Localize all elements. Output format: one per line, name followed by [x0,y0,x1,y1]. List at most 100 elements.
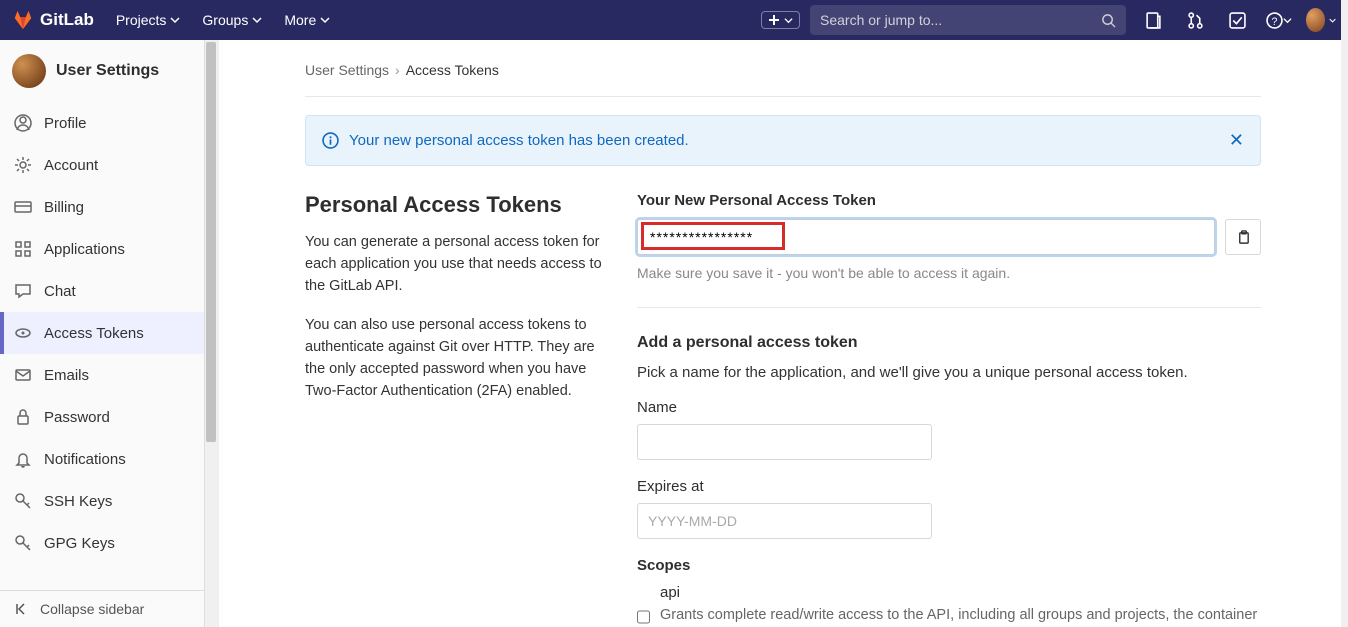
mail-icon [14,366,32,384]
expires-input[interactable] [637,503,932,539]
sidebar: User Settings Profile Account Billing Appli… [0,40,219,627]
info-icon [322,132,339,149]
search-input[interactable] [820,12,1101,28]
sidebar-item-label: Applications [44,241,125,258]
divider [637,307,1261,308]
chevron-down-icon [784,16,793,25]
todos-button[interactable] [1222,5,1252,35]
collapse-sidebar[interactable]: Collapse sidebar [0,590,218,627]
scope-api-desc: Grants complete read/write access to the… [660,605,1261,627]
brand-logo[interactable]: GitLab [12,9,94,31]
new-token-label: Your New Personal Access Token [637,192,1261,209]
brand-text: GitLab [40,10,94,30]
chevron-down-icon [1283,16,1292,25]
sidebar-item-notifications[interactable]: Notifications [0,438,204,480]
help-button[interactable]: ? [1264,5,1294,35]
name-input[interactable] [637,424,932,460]
name-label: Name [637,399,1261,416]
key-icon [14,534,32,552]
browser-scrollbar[interactable] [1341,0,1348,627]
topbar-nav: Projects Groups More [108,6,338,34]
sidebar-item-access-tokens[interactable]: Access Tokens [0,312,204,354]
topbar-actions: ? [1138,5,1336,35]
search-box[interactable] [810,5,1126,35]
scopes-label: Scopes [637,557,1261,574]
copy-token-button[interactable] [1225,219,1261,255]
nav-projects[interactable]: Projects [108,6,189,34]
breadcrumb-current: Access Tokens [406,62,499,78]
sidebar-item-billing[interactable]: Billing [0,186,204,228]
avatar [12,54,46,88]
sidebar-item-label: Profile [44,115,87,132]
token-icon [14,324,32,342]
clipboard-icon [1236,230,1251,245]
merge-requests-button[interactable] [1180,5,1210,35]
help-icon: ? [1266,12,1283,29]
gitlab-icon [12,9,34,31]
search-icon [1101,13,1116,28]
breadcrumb-root[interactable]: User Settings [305,62,389,78]
scope-api: api Grants complete read/write access to… [637,584,1261,627]
scope-api-checkbox[interactable] [637,587,650,627]
chevron-right-icon: › [395,62,400,78]
description-2: You can also use personal access tokens … [305,315,609,402]
plus-icon [768,14,780,26]
topbar: GitLab Projects Groups More ? [0,0,1348,40]
bell-icon [14,450,32,468]
sidebar-item-emails[interactable]: Emails [0,354,204,396]
chevron-down-icon [252,15,262,25]
sidebar-item-password[interactable]: Password [0,396,204,438]
new-token-input[interactable] [637,219,1215,255]
plus-dropdown[interactable] [761,11,800,29]
sidebar-item-chat[interactable]: Chat [0,270,204,312]
nav-groups[interactable]: Groups [194,6,270,34]
sidebar-title: User Settings [56,62,159,80]
sidebar-item-label: Account [44,157,98,174]
svg-text:?: ? [1272,15,1278,27]
sidebar-item-label: Billing [44,199,84,216]
sidebar-item-label: Access Tokens [44,325,144,342]
sidebar-item-label: SSH Keys [44,493,112,510]
sidebar-header[interactable]: User Settings [0,40,218,102]
banner-text: Your new personal access token has been … [349,132,689,149]
key-icon [14,492,32,510]
scope-api-name: api [660,584,1261,601]
sidebar-item-label: Notifications [44,451,126,468]
success-banner: Your new personal access token has been … [305,115,1261,166]
user-circle-icon [14,114,32,132]
form-column: Your New Personal Access Token Make sure… [637,192,1261,627]
sidebar-item-ssh-keys[interactable]: SSH Keys [0,480,204,522]
description-column: Personal Access Tokens You can generate … [305,192,609,627]
sidebar-scrollbar[interactable] [204,40,218,627]
sidebar-item-label: Chat [44,283,76,300]
main-content: User Settings › Access Tokens Your new p… [219,40,1341,627]
description-1: You can generate a personal access token… [305,232,609,297]
apps-icon [14,240,32,258]
chevron-down-icon [170,15,180,25]
page-title: Personal Access Tokens [305,192,609,218]
avatar [1306,8,1325,32]
sidebar-item-label: Emails [44,367,89,384]
sidebar-item-gpg-keys[interactable]: GPG Keys [0,522,204,564]
todo-icon [1229,12,1246,29]
chevron-down-icon [320,15,330,25]
sidebar-item-label: GPG Keys [44,535,115,552]
token-hint: Make sure you save it - you won't be abl… [637,265,1261,281]
user-menu[interactable] [1306,5,1336,35]
breadcrumb: User Settings › Access Tokens [305,62,1261,78]
sidebar-item-applications[interactable]: Applications [0,228,204,270]
issues-button[interactable] [1138,5,1168,35]
sidebar-item-account[interactable]: Account [0,144,204,186]
token-field-wrapper [637,219,1215,255]
close-banner[interactable]: ✕ [1229,130,1244,151]
merge-icon [1187,12,1204,29]
expires-label: Expires at [637,478,1261,495]
issues-icon [1145,12,1162,29]
sidebar-item-profile[interactable]: Profile [0,102,204,144]
add-token-heading: Add a personal access token [637,334,1261,352]
gear-icon [14,156,32,174]
collapse-icon [14,601,30,617]
chevron-down-icon [1329,16,1336,25]
card-icon [14,198,32,216]
nav-more[interactable]: More [276,6,338,34]
